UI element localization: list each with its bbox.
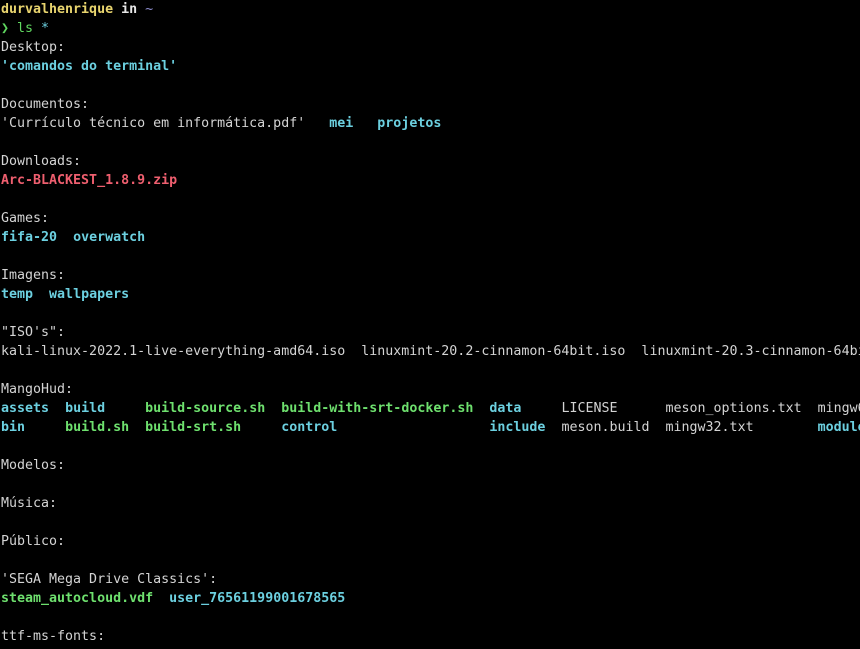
terminal-line: Imagens: [1,266,860,285]
text-segment: Desktop: [1,40,66,55]
text-segment [25,420,65,435]
text-segment [153,591,169,606]
terminal-line: Público: [1,532,860,551]
text-segment: Imagens: [1,268,66,283]
text-segment: Música: [1,496,58,511]
text-segment [57,230,73,245]
text-segment [337,420,489,435]
text-segment: meson.build mingw32.txt [545,420,818,435]
directory-entry: control [281,420,338,435]
command-argument: * [41,21,50,36]
terminal-line: temp wallpapers [1,285,860,304]
terminal-line: assets build build-source.sh build-with-… [1,399,860,418]
executable-entry: build-srt.sh [145,420,242,435]
text-segment: Modelos: [1,458,66,473]
terminal-line: ❯ ls * [1,19,860,38]
terminal-line: Games: [1,209,860,228]
terminal-line: "ISO's": [1,323,860,342]
text-segment: kali-linux-2022.1-live-everything-amd64.… [1,344,860,359]
terminal-line: durvalhenrique in ~ [1,0,860,19]
text-segment [49,401,65,416]
directory-entry: 'comandos do terminal' [1,59,178,74]
prompt-chevron: ❯ [1,21,18,36]
terminal-line: 'comandos do terminal' [1,57,860,76]
terminal-line: Modelos: [1,456,860,475]
terminal-line: MangoHud: [1,380,860,399]
terminal-line: Música: [1,494,860,513]
terminal-line: steam_autocloud.vdf user_765611990016785… [1,589,860,608]
executable-entry: build-source.sh [145,401,266,416]
terminal-line: ttf-ms-fonts: [1,627,860,646]
directory-entry: user_76561199001678565 [169,591,346,606]
archive-entry: Arc-BLACKEST_1.8.9.zip [1,173,178,188]
executable-entry: build.sh [65,420,130,435]
in-label: in [113,2,146,17]
cwd-tilde: ~ [145,2,154,17]
directory-entry: module [817,420,860,435]
text-segment: 'SEGA Mega Drive Classics': [1,572,218,587]
terminal-line: fifa-20 overwatch [1,228,860,247]
text-segment: 'Currículo técnico em informática.pdf' [1,116,330,131]
command-text: ls [17,21,42,36]
text-segment [129,420,145,435]
directory-entry: bin [1,420,26,435]
directory-entry: fifa-20 [1,230,58,245]
text-segment [265,401,281,416]
terminal-line: Desktop: [1,38,860,57]
terminal-line: Documentos: [1,95,860,114]
executable-entry: steam_autocloud.vdf [1,591,154,606]
directory-entry: temp [1,287,34,302]
username: durvalhenrique [1,2,114,17]
terminal-output[interactable]: durvalhenrique in ~ ❯ ls * Desktop:'comand… [1,0,860,649]
text-segment: Downloads: [1,154,82,169]
directory-entry: projetos [377,116,442,131]
text-segment [353,116,377,131]
terminal-line: Downloads: [1,152,860,171]
directory-entry: include [489,420,546,435]
text-segment: MangoHud: [1,382,74,397]
terminal-line: bin build.sh build-srt.sh control includ… [1,418,860,437]
text-segment [105,401,145,416]
text-segment: "ISO's": [1,325,66,340]
text-segment [241,420,281,435]
executable-entry: build-with-srt-docker.sh [281,401,474,416]
text-segment: Documentos: [1,97,90,112]
directory-entry: assets [1,401,50,416]
text-segment [473,401,489,416]
terminal-line: 'SEGA Mega Drive Classics': [1,570,860,589]
terminal-line: kali-linux-2022.1-live-everything-amd64.… [1,342,860,361]
terminal-line: Arc-BLACKEST_1.8.9.zip [1,171,860,190]
text-segment [33,287,49,302]
terminal-line: 'Currículo técnico em informática.pdf' m… [1,114,860,133]
text-segment: Games: [1,211,50,226]
directory-entry: overwatch [73,230,146,245]
text-segment: Público: [1,534,66,549]
directory-entry: wallpapers [49,287,130,302]
directory-entry: data [489,401,522,416]
text-segment: LICENSE meson_options.txt mingw6 [521,401,860,416]
directory-entry: build [65,401,106,416]
directory-entry: mei [329,116,354,131]
text-segment: ttf-ms-fonts: [1,629,106,644]
